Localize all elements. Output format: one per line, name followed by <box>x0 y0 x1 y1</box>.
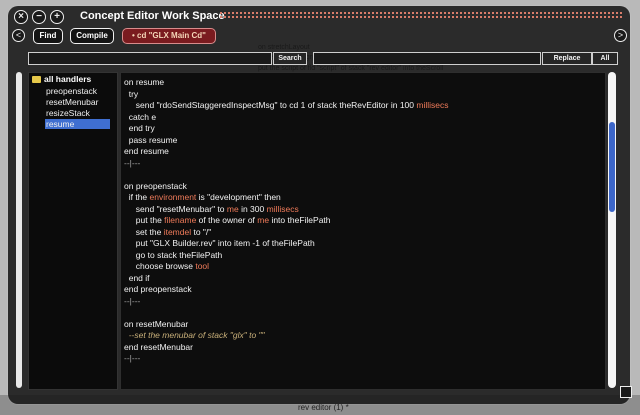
code-line[interactable]: if the environment is "development" then <box>124 192 281 203</box>
handler-item-preopenstack[interactable]: preopenstack <box>46 86 97 96</box>
search-button[interactable]: Search <box>273 52 307 65</box>
code-line[interactable]: end preopenstack <box>124 284 192 295</box>
code-line[interactable]: put the filename of the owner of me into… <box>124 215 331 226</box>
handler-item-resizestack[interactable]: resizeStack <box>46 108 90 118</box>
code-token: end if <box>124 272 150 283</box>
replace-input[interactable] <box>313 52 541 65</box>
code-token: on preopenstack <box>124 180 187 191</box>
title-divider-lower <box>220 16 622 18</box>
code-token: --|--- <box>124 295 141 306</box>
handler-item-resume[interactable]: resume <box>45 119 110 129</box>
handler-list[interactable]: all handlers preopenstack resetMenubar r… <box>28 72 118 390</box>
code-line[interactable]: put "GLX Builder.rev" into item -1 of th… <box>124 238 315 249</box>
code-token: --|--- <box>124 157 141 168</box>
window-title: Concept Editor Work Space <box>80 10 225 22</box>
code-line[interactable]: on resetMenubar <box>124 319 188 330</box>
code-token: on resetMenubar <box>124 318 189 329</box>
code-token: catch e <box>124 111 157 122</box>
compile-button[interactable]: Compile <box>70 28 114 44</box>
code-token: end try <box>124 123 155 133</box>
code-line[interactable]: --|--- <box>124 296 140 307</box>
code-line[interactable]: end try <box>124 123 155 134</box>
code-line[interactable]: on preopenstack <box>124 181 187 192</box>
code-token: end preopenstack <box>124 284 192 294</box>
code-token: filename <box>164 215 197 225</box>
code-token: itemdel <box>163 226 192 237</box>
code-token: end resume <box>124 146 169 156</box>
panel-left-scrollbar[interactable] <box>16 72 22 388</box>
resize-grip-icon[interactable] <box>620 386 632 398</box>
close-icon[interactable]: × <box>14 10 28 24</box>
code-token: in 300 <box>238 203 267 214</box>
zoom-icon[interactable]: + <box>50 10 64 24</box>
code-token: --set the menubar of stack "glx" to "" <box>124 330 265 340</box>
minimize-icon[interactable]: − <box>32 10 46 24</box>
code-token: --|--- <box>124 353 141 363</box>
code-line[interactable]: send "resetMenubar" to me in 300 millise… <box>124 204 299 215</box>
code-token: on resume <box>124 77 165 87</box>
handler-list-root[interactable]: all handlers <box>32 74 91 84</box>
code-line[interactable]: pass resume <box>124 134 178 146</box>
code-token: environment <box>149 192 197 202</box>
code-token: send "resetMenubar" to <box>124 203 227 214</box>
title-divider <box>220 12 622 14</box>
code-token: if the <box>124 192 150 202</box>
code-token: to "/" <box>191 226 212 237</box>
replace-button[interactable]: Replace <box>542 52 592 65</box>
code-token: me <box>226 203 239 214</box>
code-token: go to stack theFilePath <box>124 249 223 260</box>
code-token: millisecs <box>266 203 299 214</box>
code-token: end resetMenubar <box>124 341 193 352</box>
code-line[interactable]: end resetMenubar <box>124 342 193 353</box>
back-arrow-icon[interactable]: < <box>12 29 25 42</box>
script-scrollbar[interactable] <box>608 72 616 388</box>
handler-item-resetmenubar[interactable]: resetMenubar <box>46 97 98 107</box>
code-token: of the owner of <box>196 215 258 225</box>
code-token: choose browse <box>124 261 196 271</box>
script-editor[interactable]: on resume try send "rdoSendStaggeredInsp… <box>120 72 606 390</box>
code-line[interactable]: go to stack theFilePath <box>124 250 222 261</box>
code-line[interactable]: --|--- <box>124 353 140 364</box>
forward-arrow-icon[interactable]: > <box>614 29 627 42</box>
script-scrollbar-thumb[interactable] <box>609 122 615 212</box>
code-token: pass resume <box>124 134 178 145</box>
code-line[interactable]: end resume <box>124 146 169 157</box>
code-line[interactable]: on resume <box>124 77 164 88</box>
code-token: set the <box>124 226 164 237</box>
find-button[interactable]: Find <box>33 28 63 44</box>
code-token: put the <box>124 215 165 225</box>
code-line[interactable]: choose browse tool <box>124 261 209 272</box>
code-line[interactable]: set the itemdel to "/" <box>124 226 212 238</box>
card-selector-button[interactable]: • cd "GLX Main Cd" <box>122 28 216 44</box>
code-token: tool <box>195 261 210 271</box>
code-token: is "development" then <box>196 192 281 202</box>
code-token: me <box>257 215 270 225</box>
code-token: send "rdoSendStaggeredInspectMsg" to cd … <box>124 100 417 110</box>
replace-all-button[interactable]: All <box>592 52 618 65</box>
code-token: try <box>124 88 139 99</box>
code-token: put "GLX Builder.rev" into item -1 of th… <box>124 238 315 248</box>
concept-editor-panel: × − + Concept Editor Work Space < > Find… <box>8 6 632 404</box>
code-line[interactable]: catch e <box>124 112 156 123</box>
background-window-label: rev editor (1) * <box>298 403 349 412</box>
code-line[interactable]: try <box>124 89 138 100</box>
code-line[interactable]: --|--- <box>124 158 140 169</box>
search-input[interactable] <box>28 52 272 65</box>
code-line[interactable]: send "rdoSendStaggeredInspectMsg" to cd … <box>124 100 449 111</box>
code-line[interactable]: end if <box>124 273 150 284</box>
code-token: millisecs <box>416 100 449 110</box>
folder-icon <box>32 76 41 83</box>
code-line[interactable]: --set the menubar of stack "glx" to "" <box>124 330 265 341</box>
code-token: into theFilePath <box>269 215 331 225</box>
handler-root-label: all handlers <box>44 74 92 84</box>
